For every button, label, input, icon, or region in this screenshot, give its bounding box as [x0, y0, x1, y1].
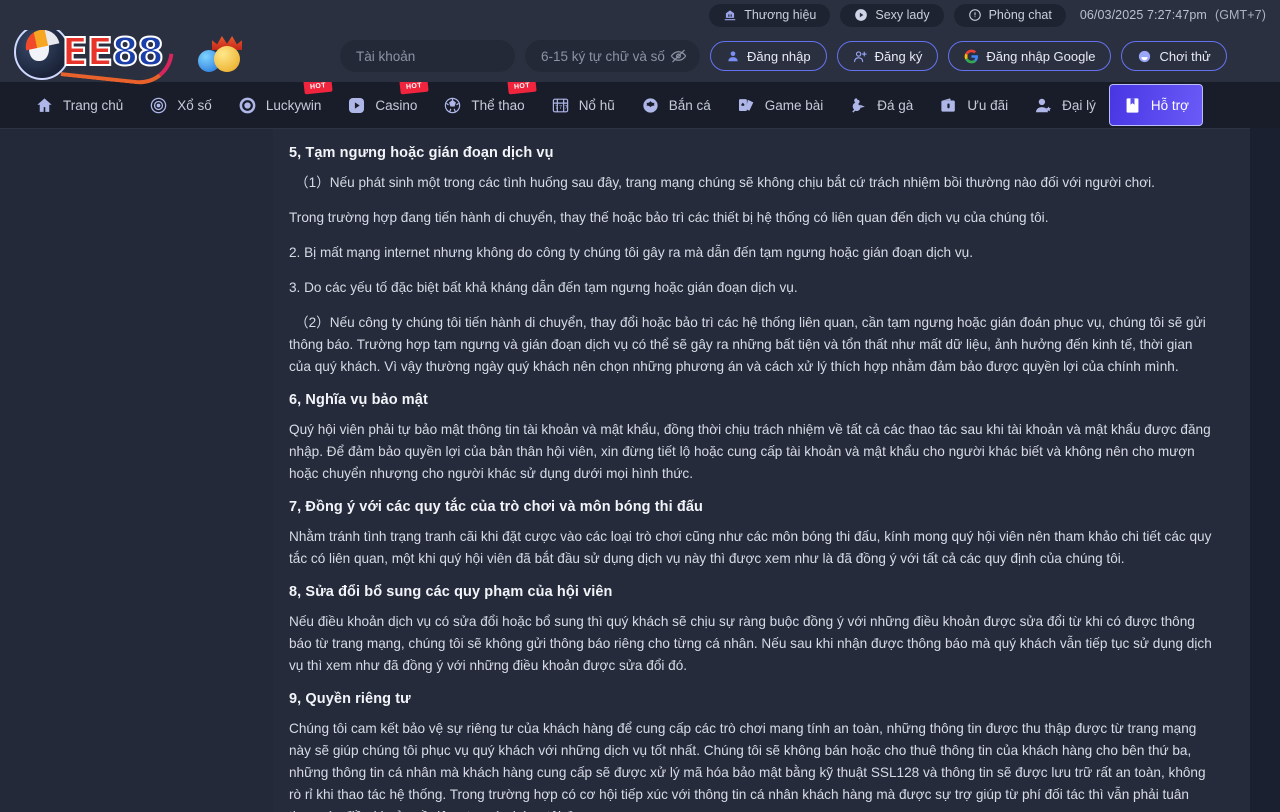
topbar-link-label: Phòng chat	[988, 8, 1052, 22]
section-paragraph: Chúng tôi cam kết bảo vệ sự riêng tư của…	[289, 721, 1206, 812]
play-demo-icon	[1137, 49, 1152, 64]
play-square-icon	[347, 96, 366, 115]
topbar-link-label: Sexy lady	[875, 8, 930, 22]
poker-chip-icon	[238, 96, 257, 115]
user-plus-icon	[853, 49, 868, 64]
section-heading: 5, Tạm ngưng hoặc gián đoạn dịch vụ	[289, 145, 554, 161]
nav-item-label: Ưu đãi	[967, 97, 1009, 113]
nav-item-label: Trang chủ	[63, 97, 124, 113]
nav-item-label: Hỗ trợ	[1150, 97, 1189, 113]
agent-star-icon	[1034, 96, 1053, 115]
user-icon	[726, 49, 740, 63]
topbar-link-label: Thương hiệu	[744, 8, 817, 22]
nav-item-label: Luckywin	[265, 97, 322, 113]
clock-timezone: (GMT+7)	[1214, 8, 1266, 22]
nav-item-the-thao[interactable]: Thể thao HOT	[430, 77, 537, 125]
svg-text:7: 7	[555, 105, 558, 111]
demo-play-button-label: Chơi thử	[1159, 48, 1211, 64]
left-side-panel	[0, 128, 273, 812]
eye-off-icon[interactable]	[670, 48, 687, 65]
section-heading: 6, Nghĩa vụ bảo mật	[289, 392, 428, 409]
section-paragraph: 2. Bị mất mạng internet nhưng không do c…	[289, 245, 973, 261]
logo-text-ee: EE	[61, 29, 114, 75]
play-circle-icon	[854, 8, 868, 22]
lottery-ball-icon	[149, 96, 168, 115]
account-input[interactable]	[356, 48, 499, 64]
demo-play-button[interactable]: Chơi thử	[1121, 41, 1227, 71]
page-body: 5, Tạm ngưng hoặc gián đoạn dịch vụ （1）N…	[0, 128, 1280, 812]
fish-icon	[641, 96, 660, 115]
logo-decoration-icon	[196, 36, 266, 78]
gold-ball-icon	[214, 46, 240, 72]
slot-machine-icon: 777	[551, 96, 570, 115]
topbar-link-sexy-lady[interactable]: Sexy lady	[840, 3, 944, 27]
nav-item-da-ga[interactable]: Đá gà	[836, 85, 926, 125]
book-icon	[1123, 96, 1142, 115]
google-icon	[964, 49, 979, 64]
section-heading: 9, Quyền riêng tư	[289, 691, 411, 708]
nav-item-dai-ly[interactable]: Đại lý	[1021, 85, 1109, 125]
register-button[interactable]: Đăng ký	[836, 41, 939, 71]
section-heading: 8, Sửa đổi bổ sung các quy phạm của hội …	[289, 584, 613, 601]
soccer-ball-icon	[443, 96, 462, 115]
login-button[interactable]: Đăng nhập	[710, 41, 827, 71]
svg-text:7: 7	[559, 105, 562, 111]
nav-item-label: Game bài	[764, 97, 824, 113]
nav-item-label: Đá gà	[877, 97, 914, 113]
section-paragraph: （1）Nếu phát sinh một trong các tình huốn…	[295, 175, 1155, 190]
nav-item-casino[interactable]: Casino HOT	[334, 77, 430, 125]
right-gutter	[1250, 128, 1280, 812]
section-paragraph: Quý hội viên phải tự bảo mật thông tin t…	[289, 422, 1211, 482]
section-paragraph: 3. Do các yếu tố đặc biệt bất khả kháng …	[289, 280, 798, 296]
login-bar: Đăng nhập Đăng ký Đăng nhập Google Chơi …	[340, 40, 1280, 72]
section-paragraph: Nếu điều khoản dịch vụ có sửa đổi hoặc b…	[289, 614, 1212, 674]
nav-item-ban-ca[interactable]: Bắn cá	[628, 85, 724, 125]
chat-circle-icon	[968, 8, 982, 22]
terms-content-panel: 5, Tạm ngưng hoặc gián đoạn dịch vụ （1）N…	[273, 128, 1250, 812]
clock-datetime: 06/03/2025 7:27:47pm	[1079, 8, 1207, 22]
nav-item-trang-chu[interactable]: Trang chủ	[22, 85, 136, 125]
svg-text:7: 7	[564, 105, 567, 111]
login-button-label: Đăng nhập	[747, 48, 811, 64]
topbar-link-thuong-hieu[interactable]: Thương hiệu	[709, 3, 831, 27]
google-login-button-label: Đăng nhập Google	[986, 48, 1096, 64]
site-header: EE88 Đăng nhập Đăng	[0, 24, 1280, 88]
nav-item-label: Xổ số	[177, 97, 212, 113]
topbar-link-phong-chat[interactable]: Phòng chat	[953, 3, 1066, 27]
server-clock: 06/03/2025 7:27:47pm (GMT+7)	[1076, 8, 1266, 22]
register-button-label: Đăng ký	[874, 48, 923, 64]
section-paragraph: （2）Nếu công ty chúng tôi tiến hành di ch…	[289, 315, 1206, 375]
nav-item-game-bai[interactable]: Game bài	[724, 85, 837, 125]
nav-item-label: Đại lý	[1062, 97, 1096, 113]
logo-text-88: 88	[111, 29, 165, 75]
cards-icon	[737, 96, 756, 115]
logo-wordmark: EE88	[61, 29, 165, 75]
nav-item-label: Nổ hũ	[578, 97, 615, 113]
password-field-wrapper[interactable]	[525, 40, 700, 72]
nav-item-label: Bắn cá	[668, 97, 711, 113]
site-logo[interactable]: EE88	[0, 24, 340, 88]
section-paragraph: Nhằm tránh tình trạng tranh cãi khi đặt …	[289, 529, 1212, 567]
section-paragraph: Trong trường hợp đang tiến hành di chuyể…	[289, 210, 1049, 226]
home-icon	[35, 96, 54, 115]
section-heading: 7, Đồng ý với các quy tắc của trò chơi v…	[289, 499, 703, 516]
nav-item-xo-so[interactable]: Xổ số	[136, 85, 225, 125]
brand-icon	[723, 8, 737, 22]
nav-item-ho-tro[interactable]: Hỗ trợ	[1108, 84, 1203, 126]
main-navigation: Trang chủ Xổ số Luckywin HOT Casino HOT …	[0, 77, 1280, 128]
rooster-icon	[849, 96, 868, 115]
top-utility-bar: Thương hiệu Sexy lady Phòng chat 06/03/2…	[0, 0, 1280, 30]
google-login-button[interactable]: Đăng nhập Google	[948, 41, 1112, 71]
password-input[interactable]	[541, 48, 666, 64]
nav-item-no-hu[interactable]: 777 Nổ hũ	[538, 85, 628, 125]
nav-item-uu-dai[interactable]: Ưu đãi	[926, 85, 1021, 125]
nav-item-luckywin[interactable]: Luckywin HOT	[225, 77, 335, 125]
account-field-wrapper[interactable]	[340, 40, 515, 72]
nav-item-label: Thể thao	[471, 97, 525, 113]
gift-wallet-icon	[939, 96, 958, 115]
nav-item-label: Casino	[375, 97, 418, 113]
